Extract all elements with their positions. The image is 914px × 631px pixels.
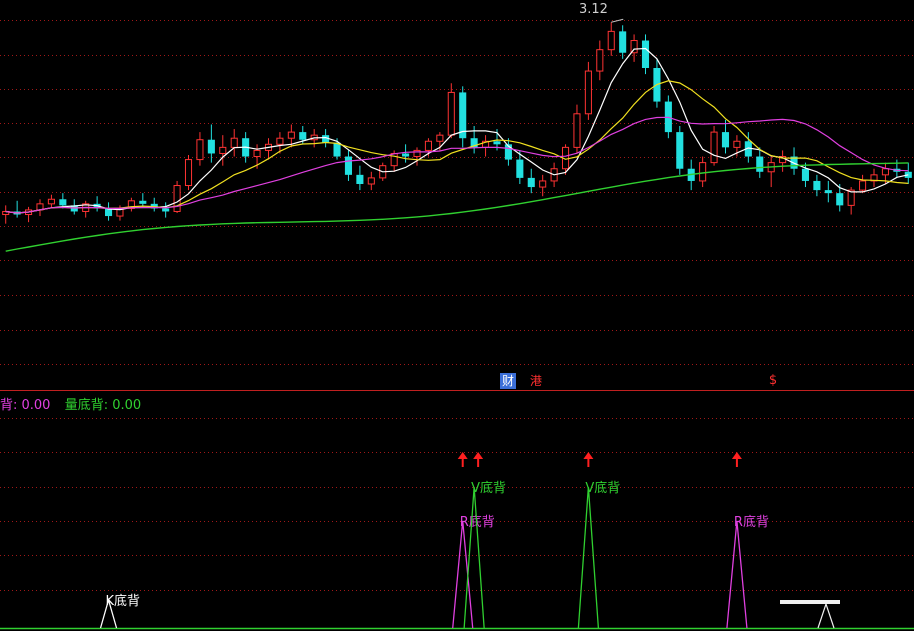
candle-up [253, 149, 261, 158]
signal-spike [726, 520, 748, 629]
candle-up [47, 198, 55, 205]
chart-stage: K底背 R底背 V底背 V底背 R底背 3.12 背: 0.00 量底背: 0.00 财… [0, 0, 914, 631]
candle-up [276, 137, 284, 145]
signal-arrow-head [473, 452, 484, 459]
candle-down [756, 156, 764, 172]
peak-leader [611, 18, 624, 23]
signal-spike [577, 486, 600, 629]
candle-up [219, 146, 227, 154]
plateau-bar [780, 600, 840, 604]
candle-down [801, 168, 810, 181]
candle-down [356, 174, 364, 184]
candle-down [824, 190, 832, 194]
candle-up [390, 152, 398, 167]
legend-volume-divergence: 量底背: 0.00 [64, 398, 142, 413]
signal-spike [452, 520, 474, 629]
signal-arrow-head [457, 452, 468, 459]
candle-down [207, 139, 215, 154]
plateau-spike [817, 602, 835, 629]
signal-label: K底背 [106, 593, 141, 609]
candle-up [230, 137, 238, 148]
candle-up [607, 30, 615, 51]
candle-down [676, 132, 684, 169]
candle-up [584, 70, 592, 115]
legend-r-divergence: 背: 0.00 [0, 398, 51, 413]
candle-down [493, 141, 501, 145]
signal-spike [463, 486, 485, 629]
candle-up [367, 177, 375, 185]
candle-down [344, 156, 353, 175]
candle-up [539, 180, 547, 188]
candle-down [836, 193, 844, 206]
candle-up [710, 131, 718, 164]
indicator-legend: 背: 0.00 量底背: 0.00 [0, 394, 141, 413]
candle-up [596, 49, 604, 72]
candle-down [402, 153, 410, 157]
candle-up [881, 168, 889, 176]
candle-up [196, 139, 204, 161]
ma10-line [5, 80, 909, 214]
candle-down [299, 132, 307, 140]
candle-down [813, 180, 821, 191]
ma5-line [5, 47, 909, 214]
badge-cai[interactable]: 财 [500, 373, 516, 389]
candle-up [699, 162, 707, 182]
candle-up [173, 185, 181, 212]
signal-arrow-head [731, 452, 742, 459]
candle-up [184, 159, 193, 187]
peak-label: 3.12 [579, 2, 608, 17]
candle-up [287, 131, 295, 139]
candle-up [733, 140, 741, 148]
candle-up [859, 180, 867, 191]
signal-label: V底背 [585, 480, 620, 496]
candle-down [139, 200, 147, 204]
price-chart: K底背R底背V底背 V底背R底背 [0, 18, 914, 630]
badge-dollar[interactable]: $ [766, 373, 780, 389]
candle-down [721, 132, 730, 148]
candle-down [619, 31, 627, 53]
candle-down [333, 142, 341, 157]
candle-up [447, 91, 455, 136]
candle-up [424, 140, 432, 151]
signal-arrow-head [583, 452, 594, 459]
candle-down [516, 159, 524, 178]
candle-up [436, 134, 444, 142]
candle-down [641, 40, 650, 68]
signal-label: R底背 [734, 514, 769, 530]
candle-down [527, 177, 535, 188]
badge-gang[interactable]: 港 [528, 373, 544, 389]
signal-label: V底背 [471, 480, 506, 496]
candle-down [59, 199, 67, 206]
candle-down [162, 208, 170, 212]
candle-up [573, 113, 581, 148]
